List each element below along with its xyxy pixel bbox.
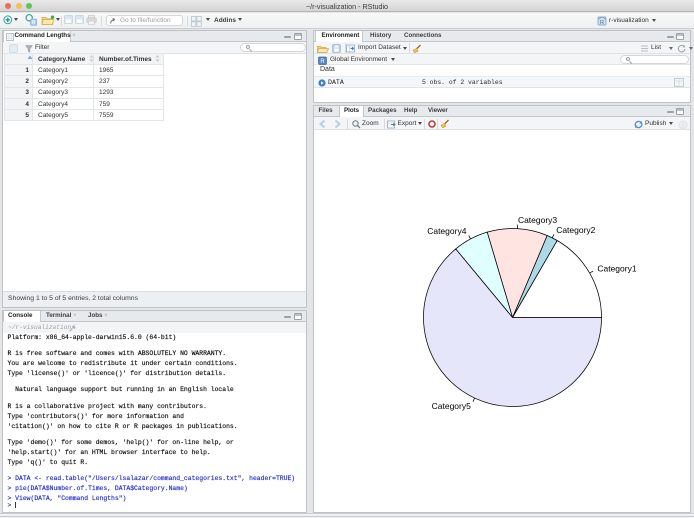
svg-text:R: R	[32, 20, 36, 26]
svg-text:R: R	[600, 20, 604, 26]
svg-text:Category1: Category1	[597, 264, 636, 274]
svg-text:Category2: Category2	[556, 225, 595, 235]
svg-text:Category3: Category3	[518, 215, 557, 225]
svg-text:R: R	[320, 59, 325, 65]
svg-text:Category5: Category5	[432, 401, 471, 411]
svg-text:Category4: Category4	[427, 226, 466, 236]
